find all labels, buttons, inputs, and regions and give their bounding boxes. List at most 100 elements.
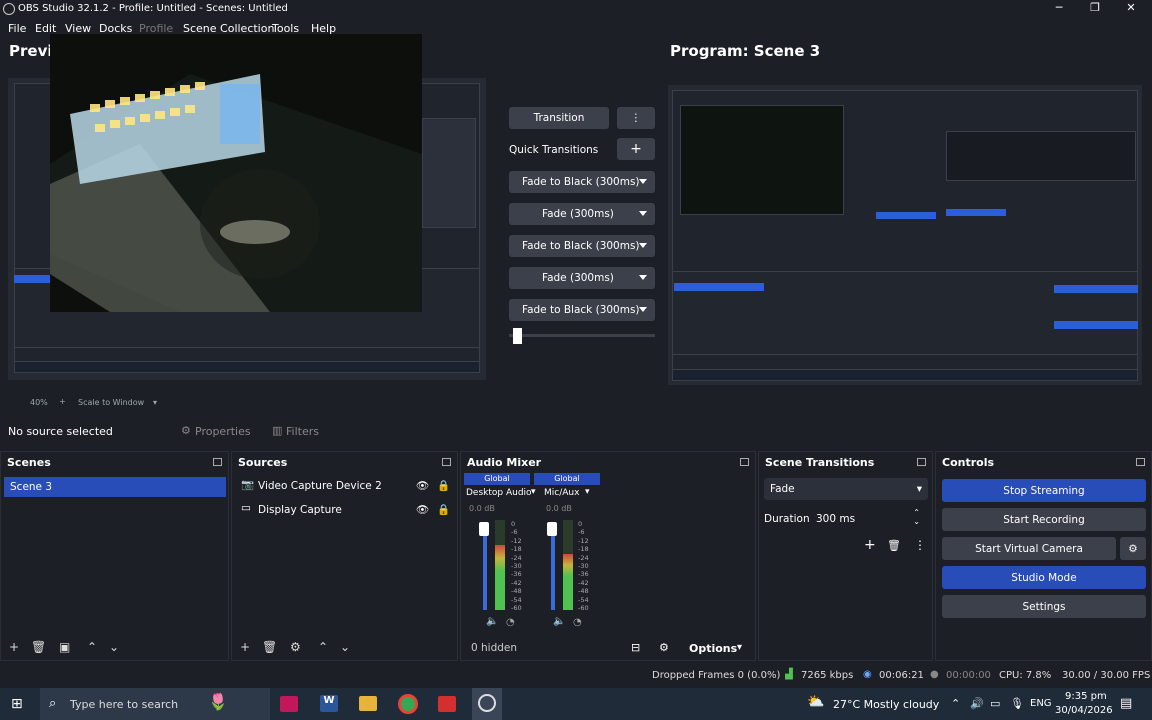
- channel-name[interactable]: Mic/Aux: [544, 488, 579, 498]
- studio-mode-button[interactable]: Studio Mode: [942, 566, 1146, 589]
- zoom-level[interactable]: 40%: [30, 398, 48, 407]
- mixer-settings-icon[interactable]: ⚙: [659, 641, 669, 654]
- db-scale-tick: 0: [578, 520, 583, 528]
- quick-transition-4[interactable]: Fade (300ms): [509, 267, 655, 289]
- preview-label: Previ: [9, 42, 53, 60]
- quick-transition-1[interactable]: Fade to Black (300ms): [509, 171, 655, 193]
- quick-transition-5[interactable]: Fade to Black (300ms): [509, 299, 655, 321]
- trash-icon[interactable]: 🗑: [262, 640, 277, 654]
- minimize-button[interactable]: ─: [1044, 1, 1074, 17]
- start-virtual-camera-button[interactable]: Start Virtual Camera: [942, 537, 1116, 560]
- volume-icon[interactable]: 🔊: [970, 697, 984, 710]
- lock-icon[interactable]: 🔒: [437, 479, 450, 492]
- clock-date[interactable]: 30/04/2026: [1055, 705, 1113, 716]
- maximize-button[interactable]: ❐: [1080, 1, 1110, 17]
- filters-button[interactable]: Filters: [286, 425, 319, 438]
- volume-slider-handle[interactable]: [479, 522, 489, 536]
- notification-icon[interactable]: ▤: [1120, 696, 1132, 711]
- network-icon[interactable]: ▭: [990, 697, 1000, 710]
- add-icon[interactable]: +: [864, 537, 876, 553]
- filter-icon[interactable]: ▣: [59, 640, 70, 654]
- mic-icon[interactable]: 🎙: [1010, 697, 1024, 710]
- spin-up-icon[interactable]: ⌃: [913, 508, 920, 517]
- status-bar: Dropped Frames 0 (0.0%) ▟ 7265 kbps ◉ 00…: [0, 666, 1152, 686]
- nested-accent-bar: [876, 212, 936, 219]
- add-quick-transition-button[interactable]: +: [617, 138, 655, 160]
- source-item[interactable]: ▭ Display Capture 👁 🔒: [240, 502, 454, 522]
- capcut-app-icon[interactable]: [280, 696, 298, 712]
- virtual-camera-settings-icon[interactable]: ⚙: [1120, 537, 1146, 560]
- chevron-down-icon[interactable]: ▾: [737, 642, 742, 653]
- visibility-eye-icon[interactable]: 👁: [416, 479, 429, 492]
- transition-menu-icon[interactable]: ⋮: [617, 107, 655, 129]
- properties-button[interactable]: Properties: [195, 425, 251, 438]
- more-icon[interactable]: ⋮: [914, 538, 926, 552]
- quick-transition-2[interactable]: Fade (300ms): [509, 203, 655, 225]
- camera-feed: [50, 34, 422, 312]
- lock-icon[interactable]: 🔒: [437, 503, 450, 516]
- quick-transition-label: Fade to Black (300ms): [522, 240, 640, 252]
- undock-icon[interactable]: [740, 458, 749, 466]
- tbar-track[interactable]: [509, 334, 655, 337]
- file-explorer-icon[interactable]: [359, 696, 377, 711]
- tray-chevron-icon[interactable]: ⌃: [951, 697, 960, 710]
- taskbar-search[interactable]: ⌕ Type here to search 🌷: [40, 688, 270, 720]
- menu-file[interactable]: File: [8, 22, 26, 35]
- gear-icon[interactable]: ⚙: [290, 640, 301, 654]
- speaker-icon[interactable]: 🔈: [486, 616, 498, 627]
- stop-streaming-button[interactable]: Stop Streaming: [942, 479, 1146, 502]
- obs-taskbar-item[interactable]: [472, 688, 502, 720]
- language-indicator[interactable]: ENG: [1030, 698, 1052, 709]
- headphone-icon[interactable]: ◔: [506, 617, 515, 628]
- chrome-icon[interactable]: [398, 694, 418, 714]
- source-item[interactable]: 📷 Video Capture Device 2 👁 🔒: [240, 478, 454, 498]
- stream-icon: ◉: [863, 669, 872, 680]
- clock-time[interactable]: 9:35 pm: [1065, 691, 1107, 702]
- obs-logo-icon: [3, 3, 15, 15]
- capcut-app-icon-2[interactable]: [438, 696, 456, 712]
- scenes-dock: Scenes Scene 3 + 🗑 ▣ ⌃ ⌄: [0, 451, 229, 661]
- settings-button[interactable]: Settings: [942, 595, 1146, 618]
- undock-icon[interactable]: [917, 458, 926, 466]
- visibility-eye-icon[interactable]: 👁: [416, 503, 429, 516]
- trash-icon[interactable]: 🗑: [31, 640, 46, 654]
- undock-icon[interactable]: [1136, 458, 1145, 466]
- undock-icon[interactable]: [442, 458, 451, 466]
- spin-down-icon[interactable]: ⌄: [913, 517, 920, 526]
- speaker-icon[interactable]: 🔈: [553, 616, 565, 627]
- chevron-down-icon[interactable]: ▾: [585, 487, 590, 497]
- move-down-icon[interactable]: ⌄: [109, 640, 119, 654]
- word-app-icon[interactable]: W: [320, 695, 338, 712]
- chevron-down-icon[interactable]: ▾: [153, 398, 157, 407]
- undock-icon[interactable]: [213, 458, 222, 466]
- move-up-icon[interactable]: ⌃: [87, 640, 97, 654]
- add-icon[interactable]: +: [240, 640, 250, 654]
- db-scale: 0 -6 -12 -18 -24 -30 -36 -42 -48 -54 -60: [511, 520, 527, 612]
- options-button[interactable]: Options: [689, 642, 737, 655]
- duration-value: 300 ms: [816, 513, 856, 525]
- scene-item[interactable]: Scene 3: [4, 477, 226, 497]
- move-down-icon[interactable]: ⌄: [340, 640, 350, 654]
- move-up-icon[interactable]: ⌃: [318, 640, 328, 654]
- transition-button[interactable]: Transition: [509, 107, 609, 129]
- transition-select[interactable]: Fade ▾: [764, 478, 928, 500]
- headphone-icon[interactable]: ◔: [573, 617, 582, 628]
- window-title: OBS Studio 32.1.2 - Profile: Untitled - …: [18, 3, 288, 14]
- weather-text[interactable]: 27°C Mostly cloudy: [833, 698, 939, 711]
- duration-input[interactable]: 300 ms ⌃ ⌄: [812, 508, 928, 530]
- chevron-down-icon[interactable]: ▾: [531, 487, 536, 497]
- close-button[interactable]: ✕: [1116, 1, 1146, 17]
- scale-mode[interactable]: Scale to Window: [78, 398, 144, 407]
- zoom-in-icon[interactable]: +: [59, 397, 66, 406]
- channel-name[interactable]: Desktop Audio: [466, 488, 532, 498]
- add-icon[interactable]: +: [9, 640, 19, 654]
- trash-icon[interactable]: 🗑: [887, 539, 901, 552]
- windows-start-icon[interactable]: ⊞: [11, 696, 23, 712]
- tbar-handle[interactable]: [513, 328, 522, 344]
- quick-transition-3[interactable]: Fade to Black (300ms): [509, 235, 655, 257]
- source-toolbar: No source selected ⚙ Properties ▥ Filter…: [0, 418, 1152, 444]
- db-scale-tick: -6: [511, 528, 518, 537]
- start-recording-button[interactable]: Start Recording: [942, 508, 1146, 531]
- volume-slider-handle[interactable]: [547, 522, 557, 536]
- layout-icon[interactable]: ⊟: [631, 641, 640, 654]
